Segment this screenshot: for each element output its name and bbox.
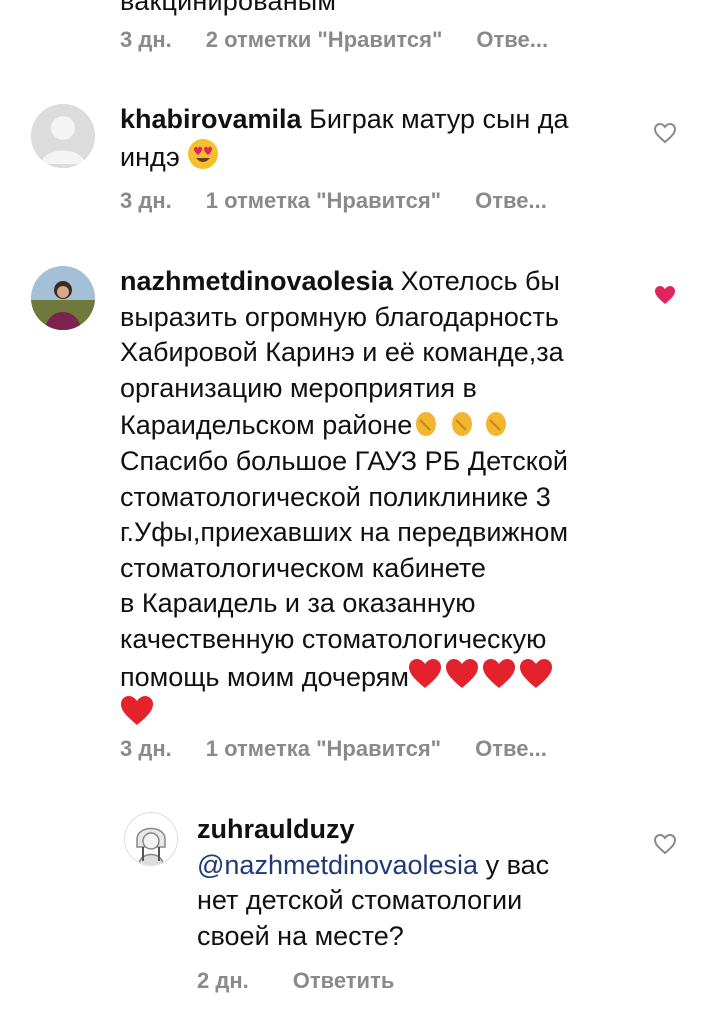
red-heart-emoji-icon [121,696,153,726]
comment-body: khabirovamila Биграк матур сын да индэ [120,102,569,175]
like-heart-filled-icon[interactable] [653,284,677,306]
comment-text: г.Уфы,приехавших на передвижном [120,517,569,548]
reply-button[interactable]: Отве... [475,736,547,762]
reply-button[interactable]: Отве... [476,27,548,53]
comment-text: Хабировой Каринэ и её команде,за [120,337,564,368]
comment-time: 2 дн. [197,968,249,993]
default-avatar-icon [31,104,95,168]
avatar[interactable] [124,812,178,866]
comment-text: выразить огромную благодарность [120,301,559,332]
truncated-comment-text: вакцинированым [120,0,337,16]
username-link[interactable]: zuhraulduzy [197,814,355,844]
avatar[interactable] [31,266,95,330]
profile-photo-icon [31,266,95,330]
red-heart-emoji-icon [408,658,552,688]
username-link[interactable]: nazhmetdinovaolesia [120,266,393,296]
like-heart-icon[interactable] [653,122,677,144]
likes-count-link[interactable]: 2 отметки "Нравится" [206,27,443,53]
comment-text: Караидельском районе [120,410,413,441]
comment-text: нет детской стоматологии [197,885,523,916]
comment-text: своей на месте? [197,920,404,951]
comment-meta: 3 дн. 1 отметка "Нравится" Отве... [120,188,547,214]
comment-meta: 3 дн. 1 отметка "Нравится" Отве... [120,736,547,762]
comment-body: nazhmetdinovaolesia Хотелось бы выразить… [120,264,568,733]
comment-text: Биграк матур сын да [309,104,569,134]
comment-text: стоматологическом кабинете [120,552,486,583]
comment-text: в Караидель и за оказанную [120,588,476,619]
comment-text: индэ [120,141,180,172]
reply-button[interactable]: Ответить [293,968,395,994]
comment-time: 3 дн. [120,188,172,213]
mention-link[interactable]: @nazhmetdinovaolesia [197,850,478,880]
reply-body: zuhraulduzy @nazhmetdinovaolesia у вас н… [197,812,549,954]
clapping-hands-emoji-icon [416,412,507,437]
comment-text: качественную стоматологическую [120,623,547,654]
comment-text: помощь моим дочерям [120,661,409,692]
comment-text: организацию мероприятия в [120,372,477,403]
comment-text: у вас [478,849,550,880]
heart-eyes-emoji-icon [188,138,219,169]
like-heart-icon[interactable] [653,833,677,855]
comment-meta: 2 дн. Ответить [197,968,394,994]
comment-time: 3 дн. [120,27,172,52]
comment-time: 3 дн. [120,736,172,761]
username-link[interactable]: khabirovamila [120,104,302,134]
comment-text: Хотелось бы [400,266,560,296]
likes-count-link[interactable]: 1 отметка "Нравится" [206,188,441,214]
reply-button[interactable]: Отве... [475,188,547,214]
likes-count-link[interactable]: 1 отметка "Нравится" [206,736,441,762]
profile-illustration-icon [125,813,177,865]
comment-text: стоматологической поликлинике 3 [120,481,551,512]
comment-meta: 3 дн. 2 отметки "Нравится" Отве... [120,27,548,53]
avatar[interactable] [31,104,95,168]
comment-text: Спасибо большое ГАУЗ РБ Детской [120,445,569,476]
